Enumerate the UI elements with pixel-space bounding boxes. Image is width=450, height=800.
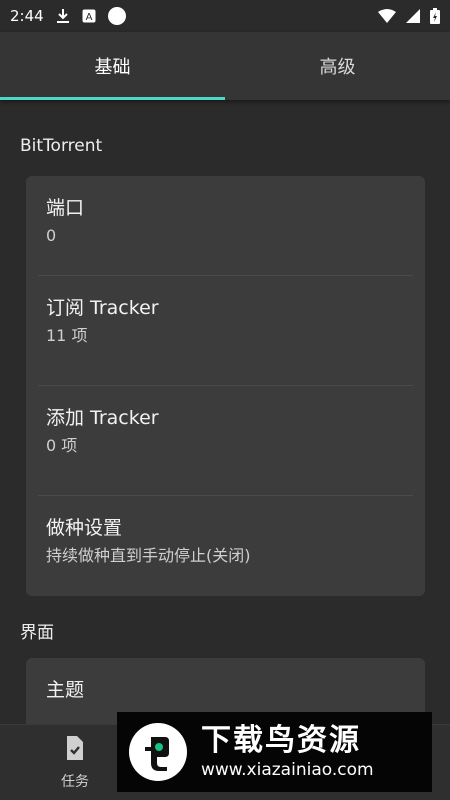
tab-basic-label: 基础 bbox=[94, 57, 131, 78]
setting-port-title: 端口 bbox=[46, 197, 85, 219]
watermark-url: www.xiazainiao.com bbox=[201, 760, 374, 780]
setting-subscribe-tracker[interactable]: 订阅 Tracker 11 项 bbox=[26, 276, 425, 386]
setting-add-tracker[interactable]: 添加 Tracker 0 项 bbox=[26, 386, 425, 496]
setting-seeding-title: 做种设置 bbox=[46, 517, 123, 539]
signal-icon bbox=[406, 9, 420, 23]
wifi-icon bbox=[378, 9, 396, 23]
battery-charging-icon bbox=[430, 8, 440, 24]
clipboard-check-icon bbox=[64, 735, 86, 765]
watermark-banner: 下载鸟资源 www.xiazainiao.com bbox=[117, 712, 432, 792]
tab-advanced[interactable]: 高级 bbox=[225, 32, 450, 100]
circle-icon bbox=[107, 7, 126, 25]
status-bar: 2:44 A bbox=[0, 0, 450, 32]
tab-advanced-label: 高级 bbox=[319, 57, 356, 78]
nav-tasks[interactable]: 任务 bbox=[30, 735, 120, 795]
setting-subscribe-tracker-value: 11 项 bbox=[46, 326, 88, 345]
bird-logo-icon bbox=[129, 723, 187, 781]
setting-port-value: 0 bbox=[46, 226, 57, 245]
tab-bar: 基础 高级 bbox=[0, 32, 450, 100]
setting-add-tracker-value: 0 项 bbox=[46, 436, 78, 455]
setting-theme-title: 主题 bbox=[46, 679, 85, 701]
svg-text:A: A bbox=[85, 12, 92, 23]
status-time: 2:44 bbox=[10, 7, 44, 25]
tab-indicator bbox=[0, 97, 225, 100]
download-icon bbox=[56, 8, 70, 24]
nav-tasks-label: 任务 bbox=[61, 774, 89, 790]
a-notification-icon: A bbox=[82, 9, 96, 23]
section-title-bittorrent: BitTorrent bbox=[20, 136, 103, 156]
setting-seeding[interactable]: 做种设置 持续做种直到手动停止(关闭) bbox=[26, 496, 425, 596]
setting-add-tracker-title: 添加 Tracker bbox=[46, 407, 159, 429]
settings-screen: 2:44 A 基础 高级 BitTorrent 端口 0 订阅 Tracker … bbox=[0, 0, 450, 800]
bittorrent-settings-card: 端口 0 订阅 Tracker 11 项 添加 Tracker 0 项 做种设置… bbox=[26, 176, 425, 596]
tab-basic[interactable]: 基础 bbox=[0, 32, 225, 100]
section-title-interface: 界面 bbox=[20, 623, 54, 643]
watermark-title: 下载鸟资源 bbox=[201, 723, 361, 758]
setting-subscribe-tracker-title: 订阅 Tracker bbox=[46, 297, 159, 319]
setting-port[interactable]: 端口 0 bbox=[26, 176, 425, 276]
setting-seeding-value: 持续做种直到手动停止(关闭) bbox=[46, 546, 251, 565]
